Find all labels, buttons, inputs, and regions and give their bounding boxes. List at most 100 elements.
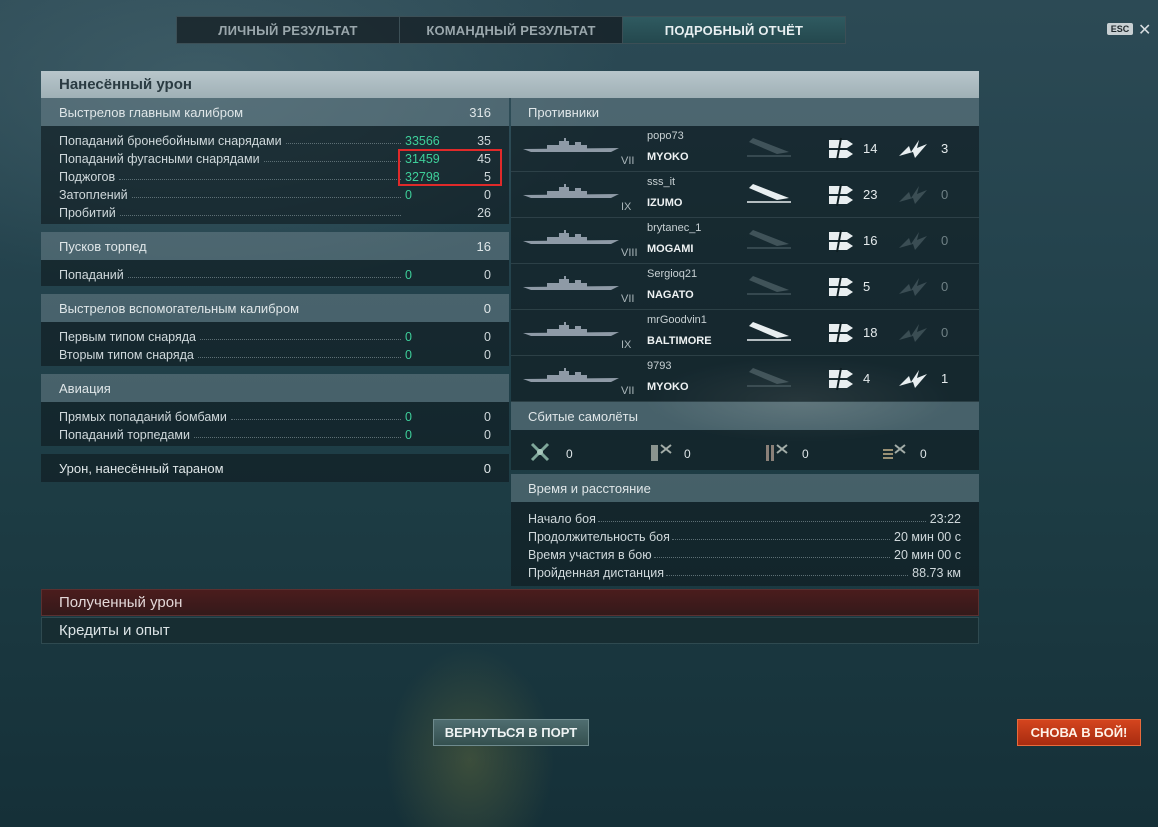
- sunk-ship-icon: [747, 136, 791, 163]
- stat-value: 0: [484, 188, 491, 202]
- ram-damage-label: Урон, нанесённый тараном: [59, 460, 224, 476]
- torpedo-bombers-downed-value: 0: [684, 447, 691, 461]
- ram-damage-row: Урон, нанесённый тараном 0: [41, 454, 509, 482]
- hits-icon: [827, 320, 855, 351]
- enemy-row[interactable]: VII 9793 MYOKO 4 1: [511, 356, 979, 402]
- secondary-total: 0: [483, 300, 491, 316]
- time-row: Начало боя 23:22: [528, 508, 961, 526]
- critical-hit-icon: [897, 228, 929, 259]
- stat-row: Первым типом снаряда 0 0: [59, 326, 491, 344]
- player-name: Sergioq21: [647, 268, 698, 280]
- main-caliber-title: Выстрелов главным калибром: [59, 104, 244, 120]
- stat-green-value: 0: [405, 428, 412, 442]
- torpedo-bomber-icon: [651, 444, 672, 461]
- ship-name: NAGATO: [647, 289, 694, 301]
- enemy-list: VII popo73 MYOKO 14 3 IX sss_it IZUMO 23 0 VIII bry…: [511, 126, 979, 402]
- hits-icon: [827, 366, 855, 397]
- dive-bombers-downed-value: 0: [802, 447, 809, 461]
- critical-hits-value: 3: [941, 141, 949, 156]
- ship-silhouette-icon: [523, 184, 619, 205]
- main-caliber-total: 316: [469, 104, 491, 120]
- sunk-ship-icon: [747, 366, 791, 393]
- close-icon[interactable]: ✕: [1138, 20, 1151, 40]
- stat-value: 35: [477, 134, 491, 148]
- return-to-port-button[interactable]: ВЕРНУТЬСЯ В ПОРТ: [433, 719, 589, 746]
- secondary-title: Выстрелов вспомогательным калибром: [59, 300, 300, 316]
- torpedoes-title: Пусков торпед: [59, 238, 147, 254]
- time-value: 20 мин 00 с: [894, 530, 961, 544]
- enemies-header: Противники: [511, 98, 979, 126]
- stat-value: 0: [484, 410, 491, 424]
- tab-detailed-report[interactable]: ПОДРОБНЫЙ ОТЧЁТ: [623, 17, 845, 43]
- stat-label: Попаданий торпедами: [59, 428, 190, 442]
- hits-value: 18: [863, 325, 878, 340]
- ship-name: MYOKO: [647, 381, 689, 393]
- stat-label: Вторым типом снаряда: [59, 348, 194, 362]
- critical-hits-value: 0: [941, 279, 949, 294]
- damage-dealt-header[interactable]: Нанесённый урон: [41, 71, 979, 98]
- player-name: sss_it: [647, 176, 676, 188]
- fighters-downed-value: 0: [566, 447, 573, 461]
- secondary-body: Первым типом снаряда 0 0 Вторым типом снар…: [41, 322, 509, 366]
- hits-value: 23: [863, 187, 878, 202]
- battle-again-button[interactable]: СНОВА В БОЙ!: [1017, 719, 1141, 746]
- time-label: Время участия в бою: [528, 548, 652, 562]
- stat-green-value: 0: [405, 348, 412, 362]
- stat-green-value: 0: [405, 188, 412, 202]
- planes-header: Сбитые самолёты: [511, 402, 979, 430]
- critical-hits-value: 1: [941, 371, 949, 386]
- enemy-row[interactable]: IX sss_it IZUMO 23 0: [511, 172, 979, 218]
- torpedoes-body: Попаданий 0 0: [41, 260, 509, 286]
- enemy-row[interactable]: VII popo73 MYOKO 14 3: [511, 126, 979, 172]
- ship-tier: VIII: [621, 247, 638, 259]
- time-distance-header: Время и расстояние: [511, 474, 979, 502]
- esc-key-badge[interactable]: ESC: [1107, 23, 1133, 35]
- stat-row: Попаданий 0 0: [59, 264, 491, 282]
- enemies-panel: Противники VII popo73 MYOKO 14 3 IX sss_it IZUM…: [511, 98, 979, 586]
- torpedoes-header: Пусков торпед 16: [41, 232, 509, 260]
- time-row: Время участия в бою 20 мин 00 с: [528, 544, 961, 562]
- stat-value: 0: [484, 348, 491, 362]
- stat-label: Прямых попаданий бомбами: [59, 410, 227, 424]
- ship-silhouette-icon: [523, 230, 619, 251]
- credits-exp-section[interactable]: Кредиты и опыт: [41, 617, 979, 644]
- result-tabs: ЛИЧНЫЙ РЕЗУЛЬТАТ КОМАНДНЫЙ РЕЗУЛЬТАТ ПОД…: [176, 16, 846, 44]
- time-value: 88.73 км: [912, 566, 961, 580]
- enemy-row[interactable]: VII Sergioq21 NAGATO 5 0: [511, 264, 979, 310]
- time-label: Начало боя: [528, 512, 596, 526]
- fighter-plane-icon: [530, 442, 550, 462]
- enemy-row[interactable]: IX mrGoodvin1 BALTIMORE 18 0: [511, 310, 979, 356]
- enemy-row[interactable]: VIII brytanec_1 MOGAMI 16 0: [511, 218, 979, 264]
- ship-tier: VII: [621, 155, 635, 167]
- time-row: Пройденная дистанция 88.73 км: [528, 562, 961, 580]
- time-distance-body: Начало боя 23:22 Продолжительность боя 20 …: [511, 502, 979, 586]
- stat-row: Попаданий бронебойными снарядами 33566 35: [59, 130, 491, 148]
- stat-label: Первым типом снаряда: [59, 330, 197, 344]
- aviation-title: Авиация: [59, 380, 111, 396]
- stat-value: 0: [484, 428, 491, 442]
- torpedoes-total: 16: [476, 238, 491, 254]
- sunk-ship-icon: [747, 228, 791, 255]
- sunk-ship-icon: [747, 182, 791, 209]
- stat-green-value: 31459: [405, 152, 440, 166]
- stat-green-value: 0: [405, 268, 412, 282]
- bombers-downed-value: 0: [920, 447, 927, 461]
- tab-team-result[interactable]: КОМАНДНЫЙ РЕЗУЛЬТАТ: [400, 17, 623, 43]
- stat-value: 0: [484, 268, 491, 282]
- stat-label: Попаданий: [59, 268, 124, 282]
- tab-personal-result[interactable]: ЛИЧНЫЙ РЕЗУЛЬТАТ: [177, 17, 400, 43]
- sunk-ship-icon: [747, 320, 791, 347]
- time-label: Продолжительность боя: [528, 530, 670, 544]
- stat-value: 45: [477, 152, 491, 166]
- received-damage-section[interactable]: Полученный урон: [41, 589, 979, 616]
- player-name: brytanec_1: [647, 222, 702, 234]
- ship-silhouette-icon: [523, 368, 619, 389]
- ship-tier: VII: [621, 293, 635, 305]
- hits-icon: [827, 136, 855, 167]
- stat-value: 26: [477, 206, 491, 220]
- critical-hit-icon: [897, 274, 929, 305]
- critical-hits-value: 0: [941, 325, 949, 340]
- ram-damage-value: 0: [483, 460, 491, 476]
- hits-value: 16: [863, 233, 878, 248]
- hits-icon: [827, 228, 855, 259]
